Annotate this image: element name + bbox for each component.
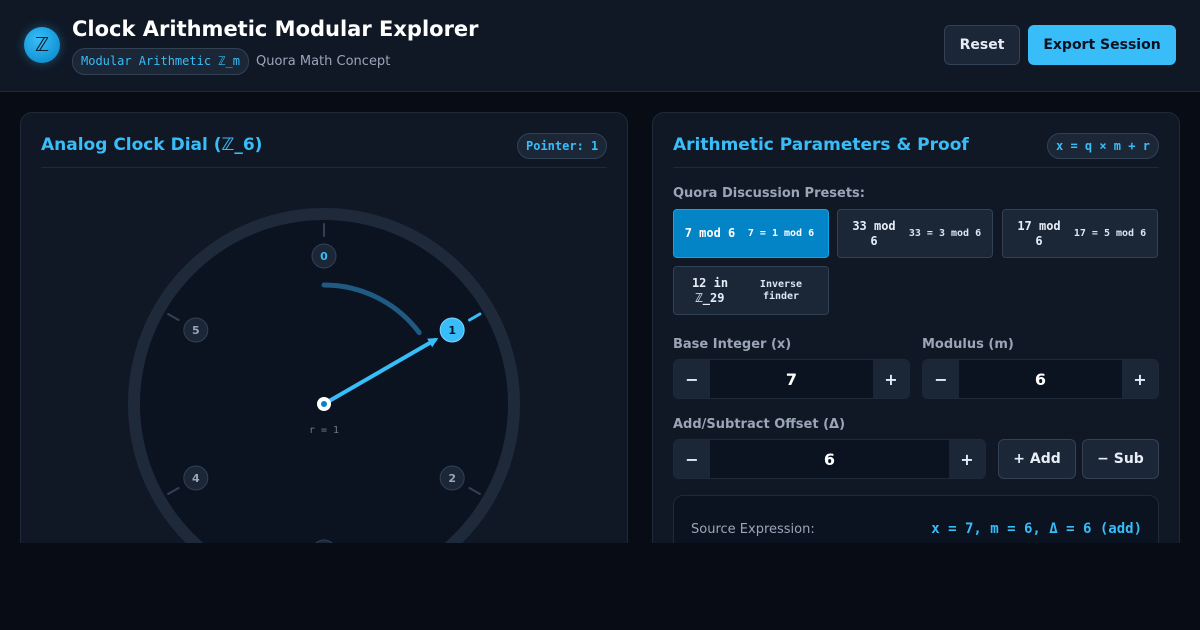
main-content: Analog Clock Dial (ℤ_6) Pointer: 1 01234…: [0, 92, 1200, 543]
preset-33-mod-6[interactable]: 33 mod 6 33 = 3 mod 6: [837, 209, 993, 258]
presets-label: Quora Discussion Presets:: [673, 186, 865, 201]
clock-center-label: r = 1: [309, 425, 339, 436]
preset-sub-label: 33 = 3 mod 6: [908, 227, 982, 239]
offset-stepper: − 6 +: [673, 439, 986, 479]
base-integer-label: Base Integer (x): [673, 337, 792, 352]
app-title: Clock Arithmetic Modular Explorer: [72, 17, 479, 41]
clock-panel: Analog Clock Dial (ℤ_6) Pointer: 1 01234…: [20, 112, 628, 543]
preset-main-label: 17 mod 6: [1017, 218, 1061, 248]
modulus-stepper: − 6 +: [922, 359, 1159, 399]
clock-number-4: 4: [192, 472, 200, 485]
modulus-label: Modulus (m): [922, 337, 1014, 352]
expression-box: Source Expression: x = 7, m = 6, Δ = 6 (…: [673, 495, 1159, 543]
clock-number-5: 5: [192, 324, 200, 337]
formula-badge: x = q × m + r: [1047, 133, 1159, 159]
source-expression-label: Source Expression:: [691, 522, 815, 537]
preset-sub-label: 7 = 1 mod 6: [747, 227, 815, 239]
offset-input[interactable]: 6: [710, 440, 949, 478]
subtract-offset-button[interactable]: − Sub: [1082, 439, 1159, 479]
app-header: ℤ Clock Arithmetic Modular Explorer Modu…: [0, 0, 1200, 92]
offset-label: Add/Subtract Offset (Δ): [673, 417, 846, 432]
preset-sub-label: Inverse finder: [759, 278, 803, 302]
preset-main-label: 33 mod 6: [852, 218, 896, 248]
add-offset-button[interactable]: + Add: [998, 439, 1076, 479]
params-panel-title: Arithmetic Parameters & Proof: [673, 135, 969, 155]
preset-17-mod-6[interactable]: 17 mod 6 17 = 5 mod 6: [1002, 209, 1158, 258]
topic-tag: Modular Arithmetic ℤ_m: [72, 48, 249, 75]
preset-12-in-z29[interactable]: 12 in ℤ_29 Inverse finder: [673, 266, 829, 315]
modulus-decrement-button[interactable]: −: [923, 360, 959, 398]
clock-dial[interactable]: 012345 r = 1: [21, 113, 627, 543]
app-logo-icon: ℤ: [24, 27, 60, 63]
base-integer-input[interactable]: 7: [710, 360, 873, 398]
base-integer-stepper: − 7 +: [673, 359, 910, 399]
clock-pivot-core: [321, 401, 327, 407]
preset-main-label: 7 mod 6: [684, 226, 736, 240]
preset-sub-label: 17 = 5 mod 6: [1073, 227, 1147, 239]
preset-7-mod-6[interactable]: 7 mod 6 7 = 1 mod 6: [673, 209, 829, 258]
base-increment-button[interactable]: +: [873, 360, 909, 398]
source-expression-value: x = 7, m = 6, Δ = 6 (add): [931, 521, 1142, 537]
offset-decrement-button[interactable]: −: [674, 440, 710, 478]
reset-button[interactable]: Reset: [944, 25, 1020, 65]
clock-number-2: 2: [448, 472, 456, 485]
clock-number-0: 0: [320, 250, 328, 263]
base-decrement-button[interactable]: −: [674, 360, 710, 398]
modulus-increment-button[interactable]: +: [1122, 360, 1158, 398]
app-subtitle: Quora Math Concept: [256, 54, 391, 69]
modulus-input[interactable]: 6: [959, 360, 1122, 398]
offset-increment-button[interactable]: +: [949, 440, 985, 478]
preset-main-label: 12 in ℤ_29: [691, 275, 729, 305]
params-panel: Arithmetic Parameters & Proof x = q × m …: [652, 112, 1180, 543]
params-panel-divider: [673, 167, 1159, 168]
clock-number-1: 1: [448, 324, 456, 337]
export-session-button[interactable]: Export Session: [1028, 25, 1176, 65]
